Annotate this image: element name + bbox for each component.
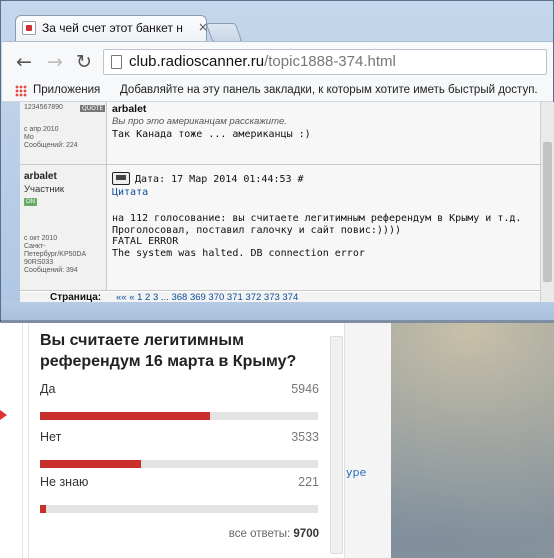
browser-window: За чей счет этот банкет н × ← → ↻ club.r… bbox=[0, 0, 554, 323]
member-location: Санкт- bbox=[24, 243, 46, 250]
forum-post: 1234567890 QUOTE с апр 2010 Мо Сообщений… bbox=[20, 102, 552, 165]
poll-widget: Вы считаете легитимным референдум 16 мар… bbox=[28, 322, 329, 558]
author-name[interactable]: arbalet bbox=[24, 171, 57, 182]
pagination-label: Страница: bbox=[50, 292, 102, 302]
favicon-icon bbox=[22, 21, 36, 35]
forum-content: 1234567890 QUOTE с апр 2010 Мо Сообщений… bbox=[20, 102, 552, 302]
user-badge: QUOTE bbox=[80, 105, 106, 112]
poll-bar-fill bbox=[40, 505, 46, 513]
poll-bar-no bbox=[40, 460, 318, 468]
side-link[interactable]: уре bbox=[346, 466, 366, 479]
scrollbar-thumb[interactable] bbox=[543, 142, 552, 282]
address-bar[interactable]: club.radioscanner.ru/topic1888-374.html bbox=[103, 49, 547, 75]
new-tab-button[interactable] bbox=[205, 23, 243, 42]
apps-grid-icon[interactable] bbox=[15, 85, 27, 97]
member-since: с апр 2010 bbox=[24, 126, 59, 133]
reload-icon[interactable]: ↻ bbox=[76, 52, 92, 72]
page-icon bbox=[111, 55, 122, 69]
pagination-pages[interactable]: «« « 1 2 3 ... 368 369 370 371 372 373 3… bbox=[116, 292, 298, 302]
author-role: Участник bbox=[24, 184, 65, 195]
pagination: Страница: «« « 1 2 3 ... 368 369 370 371… bbox=[20, 292, 552, 302]
url-text: club.radioscanner.ru/topic1888-374.html bbox=[129, 53, 396, 70]
window-shadow bbox=[0, 320, 554, 323]
url-path: /topic1888-374.html bbox=[264, 53, 396, 70]
page-scrollbar[interactable] bbox=[540, 102, 554, 302]
post-date: Дата: 17 Мар 2014 01:44:53 # bbox=[135, 174, 304, 185]
url-host: club.radioscanner.ru bbox=[129, 53, 265, 70]
post-author-panel: arbalet Участник ON с окт 2010 Санкт- Пе… bbox=[20, 165, 107, 290]
left-strip bbox=[0, 322, 23, 558]
meta-top: 1234567890 bbox=[24, 104, 63, 111]
poll-scrollbar[interactable] bbox=[330, 336, 343, 554]
poll-option-yes-label[interactable]: Да bbox=[40, 382, 55, 396]
poll-option-no-label[interactable]: Нет bbox=[40, 430, 61, 444]
poll-option-dontknow-count: 221 bbox=[298, 475, 319, 489]
member-since: с окт 2010 bbox=[24, 235, 58, 242]
forward-arrow-icon[interactable]: → bbox=[47, 52, 63, 72]
quote-link[interactable]: Цитата bbox=[112, 187, 148, 199]
poll-bar-fill bbox=[40, 412, 210, 420]
post-text: Так Канада тоже ... американцы :) bbox=[112, 129, 311, 140]
poll-bar-fill bbox=[40, 460, 141, 468]
poll-total-value: 9700 bbox=[293, 528, 319, 540]
member-location: Мо bbox=[24, 134, 34, 141]
quoted-author: arbalet bbox=[112, 103, 147, 115]
browser-toolbar: ← → ↻ club.radioscanner.ru/topic1888-374… bbox=[2, 41, 553, 82]
arrow-right-icon bbox=[0, 410, 7, 420]
back-arrow-icon[interactable]: ← bbox=[16, 52, 32, 72]
side-panel bbox=[344, 322, 391, 558]
browser-tab[interactable]: За чей счет этот банкет н × bbox=[15, 15, 208, 41]
member-location: 90RS033 bbox=[24, 259, 54, 266]
poll-bar-dontknow bbox=[40, 505, 318, 513]
poll-bar-yes bbox=[40, 412, 318, 420]
bookmarks-hint: Добавляйте на эту панель закладки, к кот… bbox=[120, 84, 538, 96]
member-location: Петербург/KP50DA bbox=[24, 251, 87, 258]
computer-icon bbox=[112, 172, 130, 185]
tab-title: За чей счет этот банкет н bbox=[42, 21, 183, 35]
poll-option-no-count: 3533 bbox=[291, 430, 319, 444]
member-messages: Сообщений: 224 bbox=[24, 142, 78, 149]
post-text: на 112 голосование: вы считаете легитимн… bbox=[112, 213, 522, 259]
bookmarks-bar: Приложения Добавляйте на эту панель закл… bbox=[2, 81, 553, 102]
poll-option-yes-count: 5946 bbox=[291, 382, 319, 396]
post-author-panel: 1234567890 QUOTE с апр 2010 Мо Сообщений… bbox=[20, 102, 107, 164]
poll-option-dontknow-label[interactable]: Не знаю bbox=[40, 475, 88, 489]
poll-total: все ответы: 9700 bbox=[229, 528, 319, 540]
post-body: arbalet Вы про это американцам расскажит… bbox=[107, 102, 552, 164]
online-badge: ON bbox=[24, 198, 37, 206]
member-messages: Сообщений: 394 bbox=[24, 267, 78, 274]
poll-title: Вы считаете легитимным референдум 16 мар… bbox=[40, 332, 297, 370]
poll-total-label: все ответы: bbox=[228, 528, 291, 540]
post-body: Дата: 17 Мар 2014 01:44:53 # Цитата на 1… bbox=[107, 165, 552, 290]
forum-post: arbalet Участник ON с окт 2010 Санкт- Пе… bbox=[20, 165, 552, 291]
quoted-text: Вы про это американцам расскажите. bbox=[112, 116, 287, 127]
apps-label[interactable]: Приложения bbox=[33, 84, 100, 96]
